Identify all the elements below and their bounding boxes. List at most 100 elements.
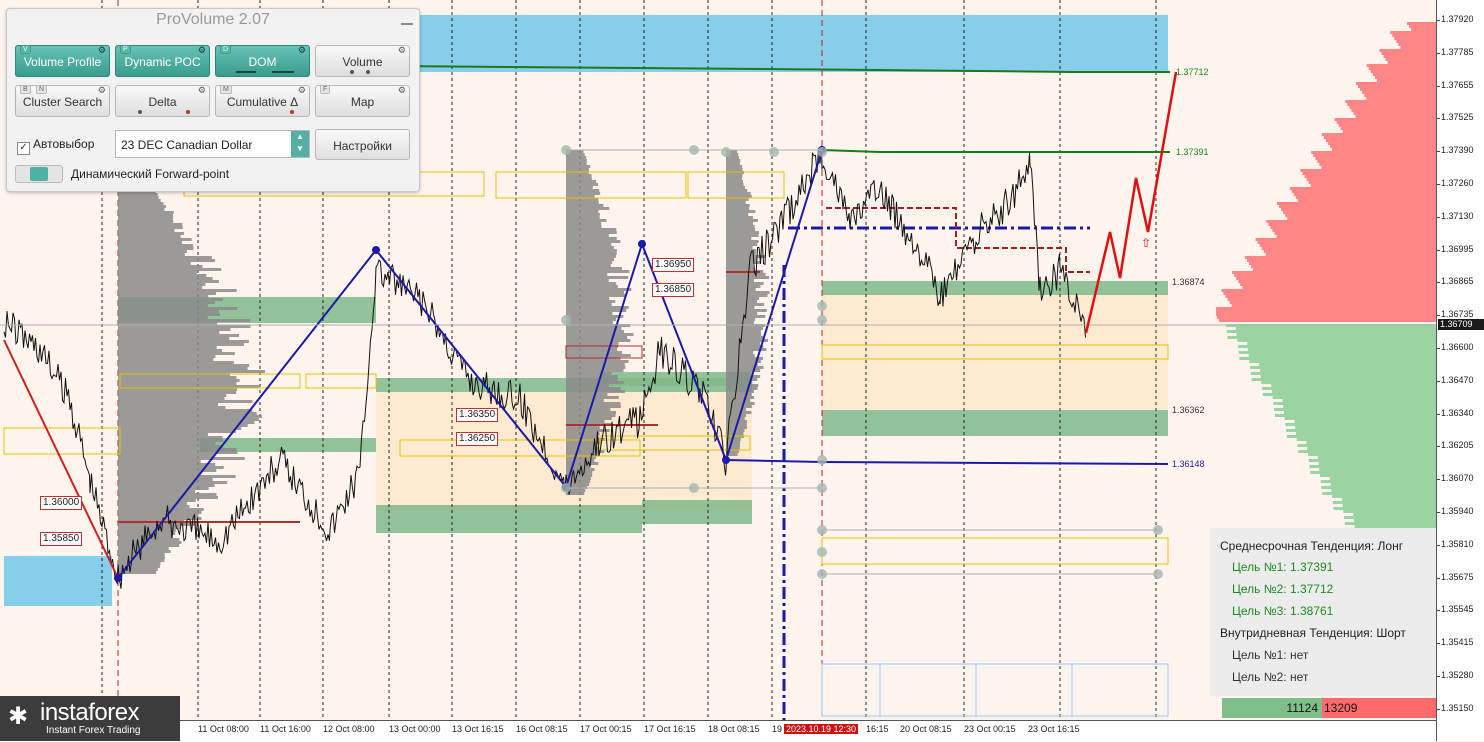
cluster-search-button[interactable]: B N ⚙ Cluster Search [15, 85, 110, 117]
checkbox-check-icon[interactable]: ✓ [17, 142, 30, 155]
volume-profile-bar [118, 532, 176, 535]
volume-profile-bar [118, 514, 199, 517]
price-tick-label: 1.35940 [1441, 506, 1474, 516]
price-tick-mark [1437, 446, 1440, 448]
cumulative-delta-button[interactable]: M ⚙ Cumulative Δ [215, 85, 310, 117]
volume-profile-bar [726, 243, 758, 246]
dom-bid-bar [1309, 465, 1436, 468]
dom-button[interactable]: D ⚙ DOM [215, 45, 310, 77]
volume-profile-bar [726, 297, 760, 300]
dom-bid-bar [1295, 432, 1436, 435]
volume-profile-bar [118, 556, 165, 559]
support-level-line [725, 459, 1169, 465]
settings-button[interactable]: Настройки [315, 129, 410, 160]
volume-profile-bar [118, 274, 207, 277]
volume-profile-bar [566, 333, 634, 336]
volume-profile-bar [118, 499, 196, 502]
dom-ask-bar [1321, 166, 1436, 169]
dom-bid-bar [1238, 345, 1436, 348]
volume-profile-bar [118, 328, 231, 331]
volume-profile-bar [118, 418, 259, 421]
volume-button[interactable]: ⚙ Volume [315, 45, 410, 77]
dom-ask-bar [1376, 79, 1436, 82]
volume-profile-bar [566, 327, 622, 330]
projection-node [721, 147, 731, 157]
volume-profile-button[interactable]: V ⚙ Volume Profile [15, 45, 110, 77]
minimize-icon[interactable] [401, 23, 413, 25]
price-tick-label: 1.37130 [1441, 210, 1474, 221]
volume-profile-bar [726, 444, 741, 447]
instrument-value: 23 DEC Canadian Dollar [121, 138, 253, 152]
volume-profile-bar [566, 156, 587, 159]
dom-ask-bar [1242, 286, 1436, 289]
volume-profile-bar [118, 424, 248, 427]
dom-ask-bar [1311, 151, 1436, 154]
mid-target-1: Цель №1: 1.37391 [1232, 560, 1334, 574]
dom-ask-bar [1358, 85, 1436, 88]
volume-profile-bar [118, 562, 161, 565]
dom-ask-bar [1370, 70, 1436, 73]
volume-profile-bar [726, 351, 754, 354]
volume-profile-bar [118, 289, 237, 292]
dom-bid-bar [1283, 405, 1436, 408]
target1-line [821, 149, 1170, 153]
dom-ask-bar [1356, 82, 1436, 85]
dom-ask-bar [1246, 259, 1436, 262]
dom-bid-bar [1274, 408, 1436, 411]
volume-profile-bar [566, 351, 623, 354]
spinner-arrows-icon[interactable]: ▲ ▼ [291, 131, 309, 157]
indicator-dot [350, 70, 354, 74]
volume-profile-bar [118, 244, 194, 247]
hotkey-badge: M [220, 85, 232, 94]
dom-bid-bar [1249, 360, 1436, 363]
dom-ask-bar [1253, 268, 1436, 271]
volume-profile-bar [566, 186, 593, 189]
volume-profile-bar [118, 301, 215, 304]
price-axis[interactable]: 1.37920 1.37785 1.37655 1.37525 1.37390 1.372… [1436, 0, 1484, 741]
button-label: Volume [342, 55, 383, 69]
dom-ask-bar [1216, 307, 1436, 310]
volume-profile-bar [566, 192, 601, 195]
volume-profile-bar [566, 222, 602, 225]
volume-profile-bar [566, 267, 622, 270]
instrument-select[interactable]: 23 DEC Canadian Dollar ▲ ▼ [115, 130, 310, 158]
dom-ask-bar [1332, 148, 1436, 151]
autoselect-checkbox[interactable]: ✓ Автовыбор [17, 137, 94, 155]
dom-bid-bar [1226, 330, 1436, 333]
dom-bid-bar [1260, 375, 1436, 378]
delta-button[interactable]: ⚙ Delta [115, 85, 210, 117]
volume-profile-bar [726, 381, 753, 384]
volume-profile-bar [118, 355, 216, 358]
dom-bid-bar [1294, 420, 1436, 423]
forward-point-toggle[interactable] [15, 165, 63, 183]
volume-profile-bar [118, 202, 164, 205]
volume-profile-bar [726, 267, 755, 270]
dom-bid-bar [1332, 501, 1436, 504]
time-axis[interactable]: 11 Oct 08:00 11 Oct 16:00 12 Oct 08:00 13 O… [0, 720, 1436, 742]
volume-profile-bar [118, 271, 197, 274]
volume-profile-bar [118, 211, 174, 214]
volume-profile-bar [566, 270, 630, 273]
dynamic-poc-button[interactable]: P ⚙ Dynamic POC [115, 45, 210, 77]
logo-brand: instaforex [40, 699, 140, 726]
dom-bid-bar [1308, 459, 1436, 462]
map-button[interactable]: F ⚙ Map [315, 85, 410, 117]
dom-ask-bar [1338, 124, 1436, 127]
price-tick-label: 1.37785 [1441, 46, 1474, 57]
instaforex-logo: ✱ instaforex Instant Forex Trading [0, 696, 180, 741]
volume-profile-bar [118, 490, 196, 493]
volume-profile-bar [118, 334, 240, 337]
volume-profile-bar [726, 285, 761, 288]
price-tick-label: 1.36205 [1441, 440, 1474, 451]
volume-profile-bar [726, 234, 759, 237]
volume-profile-bar [566, 249, 617, 252]
price-tick-label: 1.37920 [1441, 14, 1474, 24]
volume-profile-bar [726, 375, 761, 378]
volume-profile-bar [566, 336, 628, 339]
volume-profile-bar [566, 159, 587, 162]
dom-ask-bar [1385, 58, 1436, 61]
volume-profile-bar [118, 343, 244, 346]
dom-ask-bar [1310, 184, 1436, 187]
volume-profile-bar [726, 186, 746, 189]
volume-profile-bar [726, 405, 752, 408]
